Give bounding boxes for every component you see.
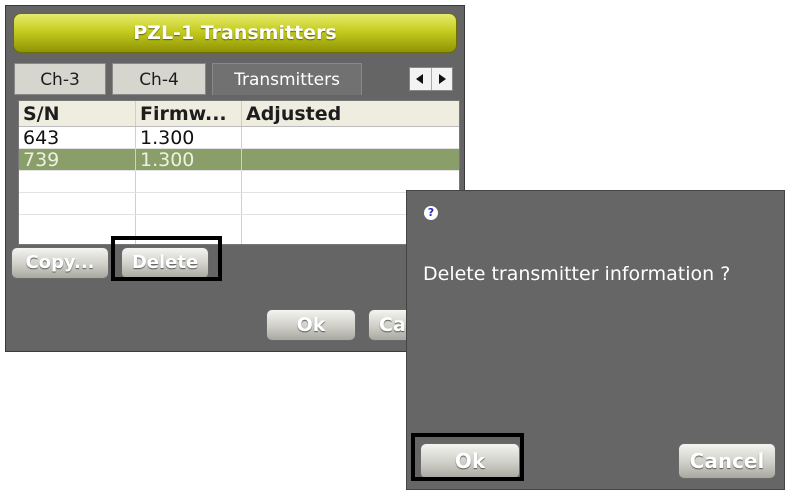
cell-empty <box>19 215 136 244</box>
confirm-cancel-button[interactable]: Cancel <box>678 443 776 479</box>
cell-sn: 739 <box>19 149 136 171</box>
tab-ch-4[interactable]: Ch-4 <box>112 63 206 95</box>
cell-empty <box>136 193 242 214</box>
confirm-dialog: ? Delete transmitter information ? Ok Ca… <box>406 190 785 490</box>
cell-firmware: 1.300 <box>136 127 242 149</box>
arrow-right-icon <box>438 74 446 84</box>
column-header-firmware[interactable]: Firmw... <box>136 101 242 126</box>
cell-adjusted <box>242 149 459 170</box>
tab-scroll-arrows <box>409 67 453 91</box>
transmitters-table: S/N Firmw... Adjusted 643 1.300 739 1.30… <box>18 100 460 245</box>
transmitters-dialog: PZL-1 Transmitters Ch-3 Ch-4 Transmitter… <box>5 5 465 352</box>
confirm-ok-button[interactable]: Ok <box>420 443 520 479</box>
cell-empty <box>19 193 136 214</box>
table-row-empty <box>19 171 459 193</box>
ok-button[interactable]: Ok <box>266 309 356 341</box>
tab-bar: Ch-3 Ch-4 Transmitters <box>14 63 464 95</box>
table-row-selected[interactable]: 739 1.300 <box>19 149 459 171</box>
cell-empty <box>242 171 459 192</box>
copy-button[interactable]: Copy... <box>11 247 109 279</box>
table-row-empty <box>19 193 459 215</box>
column-header-sn[interactable]: S/N <box>19 101 136 126</box>
tab-scroll-right-button[interactable] <box>430 68 453 90</box>
tab-transmitters[interactable]: Transmitters <box>212 63 362 95</box>
cell-empty <box>136 215 242 244</box>
table-row[interactable]: 643 1.300 <box>19 127 459 149</box>
cell-adjusted <box>242 127 459 148</box>
arrow-left-icon <box>416 74 424 84</box>
confirm-message: Delete transmitter information ? <box>423 263 731 285</box>
tab-scroll-left-button[interactable] <box>410 68 431 90</box>
table-header-row: S/N Firmw... Adjusted <box>19 101 459 127</box>
column-header-adjusted[interactable]: Adjusted <box>242 101 459 126</box>
question-icon: ? <box>424 206 438 220</box>
table-row-empty <box>19 215 459 244</box>
tab-ch-3[interactable]: Ch-3 <box>14 63 106 95</box>
dialog-title: PZL-1 Transmitters <box>13 13 457 53</box>
cell-sn: 643 <box>19 127 136 149</box>
cell-empty <box>136 171 242 192</box>
cell-empty <box>19 171 136 192</box>
cell-firmware: 1.300 <box>136 149 242 171</box>
delete-button[interactable]: Delete <box>121 247 209 279</box>
